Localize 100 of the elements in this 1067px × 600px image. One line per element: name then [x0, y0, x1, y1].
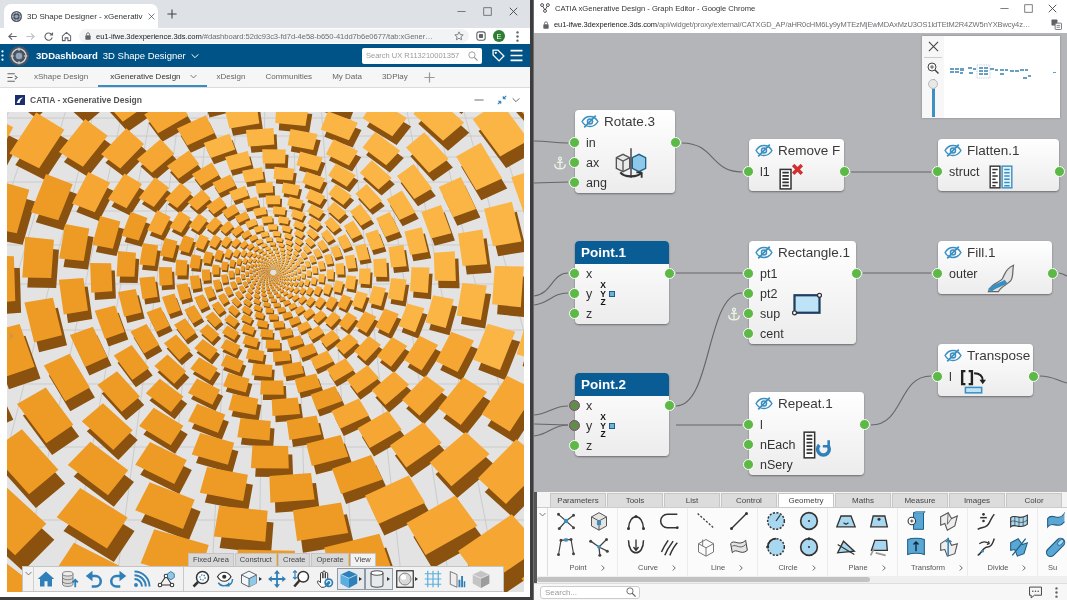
new-tab-icon[interactable]: [167, 9, 177, 19]
output-port[interactable]: [839, 166, 850, 177]
eye-slash-icon[interactable]: [944, 144, 962, 157]
connection-wire[interactable]: [1039, 375, 1067, 384]
panel-handle-icon[interactable]: [8, 332, 14, 340]
tab[interactable]: xShape Design: [24, 67, 99, 87]
tab[interactable]: 3DPlay: [371, 67, 418, 87]
eye-slash-icon[interactable]: [581, 115, 599, 128]
chevron-right-icon[interactable]: [599, 563, 606, 572]
chevron-right-icon[interactable]: [880, 563, 887, 572]
output-port[interactable]: [1054, 166, 1065, 177]
eye-slash-icon[interactable]: [755, 144, 773, 157]
point-star-icon[interactable]: [556, 511, 576, 531]
split-curve-icon[interactable]: [976, 537, 996, 557]
palette-tab[interactable]: Control: [721, 493, 777, 507]
dashed-line-icon[interactable]: [696, 511, 716, 531]
chevron-right-icon[interactable]: [738, 563, 745, 572]
chevron-down-icon[interactable]: [538, 511, 546, 518]
output-port[interactable]: [851, 268, 862, 279]
dashed-circle-icon[interactable]: [766, 511, 786, 531]
graph-node[interactable]: Rotate.3 in ax ang: [575, 110, 675, 193]
chevron-down-icon[interactable]: [24, 570, 32, 577]
palette-tab[interactable]: Images: [949, 493, 1005, 507]
palette-tab[interactable]: Geometry: [778, 493, 834, 507]
graph-node[interactable]: Repeat.1 l nEach nSery: [749, 392, 864, 475]
connection-wire[interactable]: [1058, 272, 1067, 277]
translate-icon[interactable]: [1051, 19, 1062, 30]
connection-wire[interactable]: [534, 423, 569, 426]
collapse-icon[interactable]: [497, 95, 507, 105]
tab[interactable]: My Data: [322, 67, 372, 87]
anchor-icon[interactable]: [553, 156, 567, 170]
chevron-right-icon[interactable]: [810, 563, 817, 572]
panel-arrow-icon[interactable]: [906, 537, 926, 557]
graph-node[interactable]: Flatten.1 struct: [938, 139, 1059, 191]
slider-thumb[interactable]: [928, 78, 938, 89]
maximize-icon[interactable]: [1024, 3, 1033, 13]
curve-arrow-icon[interactable]: [626, 537, 646, 557]
connection-wire[interactable]: [534, 140, 569, 144]
graph-node[interactable]: Rectangle.1 pt1 pt2 sup cent: [749, 241, 856, 344]
app-name[interactable]: 3D Shape Designer: [102, 50, 186, 61]
forward-icon[interactable]: [25, 30, 36, 42]
chevron-right-icon[interactable]: [957, 563, 964, 572]
palette-tab[interactable]: Color: [1006, 493, 1062, 507]
line-segment-icon[interactable]: [729, 511, 749, 531]
tag-icon[interactable]: [492, 49, 505, 62]
wireframe-box-icon[interactable]: [696, 537, 716, 557]
zoom-icon[interactable]: [927, 62, 939, 74]
output-port[interactable]: [1047, 268, 1058, 279]
output-port[interactable]: [664, 400, 675, 411]
output-port[interactable]: [664, 268, 675, 279]
rotate-ribbon-icon[interactable]: [939, 537, 959, 557]
connection-wire[interactable]: [681, 142, 743, 173]
maximize-icon[interactable]: [483, 7, 492, 16]
connection-wire[interactable]: [870, 375, 932, 426]
square-icon[interactable]: [476, 31, 486, 41]
tab[interactable]: xDesign: [206, 67, 256, 87]
plane-line-icon[interactable]: [836, 537, 856, 557]
scrollbar[interactable]: [537, 576, 1067, 583]
search-field[interactable]: Search...: [540, 585, 640, 599]
eye-slash-icon[interactable]: [944, 349, 962, 362]
connection-wire[interactable]: [534, 292, 569, 306]
tab[interactable]: Communities: [255, 67, 323, 87]
u-curve-icon[interactable]: [659, 511, 679, 531]
close-icon[interactable]: [1048, 3, 1057, 13]
compass-logo-icon[interactable]: [9, 45, 29, 66]
anchor-icon[interactable]: [727, 307, 741, 321]
grip-icon[interactable]: [1, 50, 4, 61]
connection-wire[interactable]: [534, 181, 569, 184]
connection-wire[interactable]: [534, 405, 569, 416]
block-pin-icon[interactable]: [906, 511, 926, 531]
home-icon[interactable]: [61, 30, 72, 42]
chevron-right-icon[interactable]: [671, 563, 677, 572]
close-icon[interactable]: [927, 41, 939, 52]
arc-circle-icon[interactable]: [766, 537, 786, 557]
branch-points-icon[interactable]: [589, 537, 609, 557]
reload-icon[interactable]: [43, 30, 54, 42]
star-icon[interactable]: [454, 31, 464, 41]
ribbon-icon[interactable]: [939, 511, 959, 531]
circle-point-icon[interactable]: [799, 537, 819, 557]
twisted-surface-icon[interactable]: [729, 537, 749, 557]
browser-tab[interactable]: 3D Shape Designer - xGenerativ: [4, 4, 158, 28]
sidebar-toggle-icon[interactable]: [7, 71, 18, 83]
output-port[interactable]: [670, 137, 681, 148]
parallel-curves-icon[interactable]: [659, 537, 679, 557]
back-icon[interactable]: [7, 30, 18, 42]
connection-wire[interactable]: [534, 424, 569, 437]
chevron-down-icon[interactable]: [190, 51, 199, 60]
add-tab-icon[interactable]: [423, 71, 435, 83]
connection-wire[interactable]: [534, 272, 569, 297]
split-surface-icon[interactable]: [1009, 537, 1029, 557]
menu-icon[interactable]: [510, 49, 523, 62]
tab[interactable]: xGenerative Design: [98, 67, 207, 87]
graph-node[interactable]: Transpose l: [938, 344, 1033, 396]
palette-tab[interactable]: Measure: [892, 493, 948, 507]
comment-icon[interactable]: [1029, 585, 1042, 599]
tube-icon[interactable]: [1046, 537, 1066, 557]
divide-curve-icon[interactable]: [976, 511, 996, 531]
chevron-down-icon[interactable]: [512, 96, 520, 104]
cube-point-icon[interactable]: [589, 511, 609, 531]
graph-node[interactable]: Remove F l1: [749, 139, 844, 191]
